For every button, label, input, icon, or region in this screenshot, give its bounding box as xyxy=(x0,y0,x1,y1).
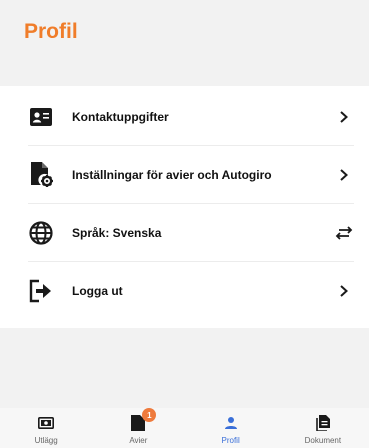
contact-card-icon xyxy=(28,104,54,130)
tab-avier[interactable]: 1 Avier xyxy=(92,408,184,448)
tab-label: Utlägg xyxy=(34,436,58,445)
chevron-right-icon xyxy=(334,165,354,185)
menu-item-label: Språk: Svenska xyxy=(72,225,162,240)
tab-profil[interactable]: Profil xyxy=(185,408,277,448)
person-icon xyxy=(222,414,240,432)
menu-item-notice-settings[interactable]: Inställningar för avier och Autogiro xyxy=(28,146,354,204)
notification-badge: 1 xyxy=(142,408,157,422)
swap-arrows-icon xyxy=(334,223,354,243)
menu-item-contact-details[interactable]: Kontaktuppgifter xyxy=(28,88,354,146)
menu-item-label: Kontaktuppgifter xyxy=(72,109,169,124)
globe-icon xyxy=(28,220,54,246)
money-bill-icon xyxy=(37,414,55,432)
tab-utlagg[interactable]: Utlägg xyxy=(0,408,92,448)
logout-icon xyxy=(28,278,54,304)
chevron-right-icon xyxy=(334,281,354,301)
profile-menu: Kontaktuppgifter Inställningar för avier… xyxy=(0,86,369,328)
menu-item-logout[interactable]: Logga ut xyxy=(28,262,354,320)
menu-item-label: Logga ut xyxy=(72,284,123,298)
document-icon: 1 xyxy=(129,408,157,432)
page-title: Profil xyxy=(24,20,78,43)
document-settings-icon xyxy=(28,161,54,188)
tab-label: Avier xyxy=(129,436,148,445)
tab-label: Profil xyxy=(221,436,240,445)
tab-label: Dokument xyxy=(304,436,342,445)
bottom-tab-bar: Utlägg 1 Avier Profil Dokument xyxy=(0,408,369,448)
tab-dokument[interactable]: Dokument xyxy=(277,408,369,448)
menu-item-language[interactable]: Språk: Svenska xyxy=(28,204,354,262)
documents-stack-icon xyxy=(314,414,332,432)
menu-item-label: Inställningar för avier och Autogiro xyxy=(72,167,272,182)
chevron-right-icon xyxy=(334,107,354,127)
header: Profil xyxy=(0,0,369,72)
